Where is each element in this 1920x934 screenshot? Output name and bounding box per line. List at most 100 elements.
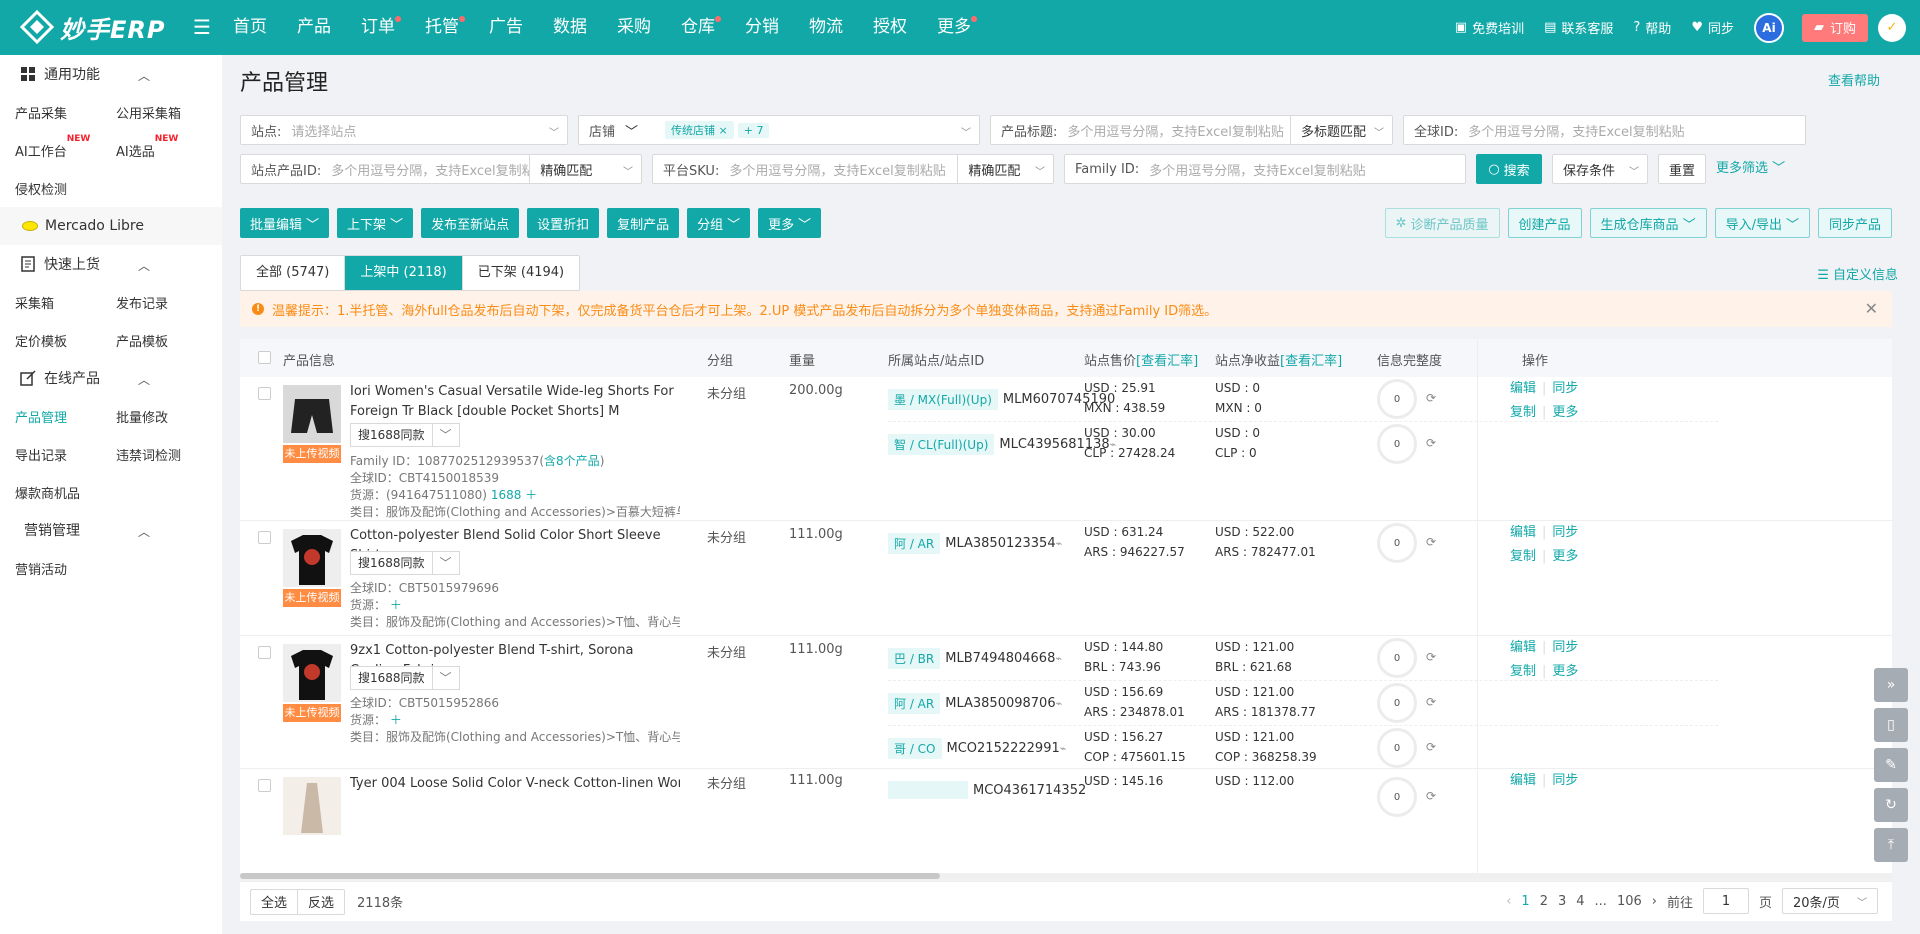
nav-product[interactable]: 产品: [282, 0, 346, 55]
family-id-field[interactable]: Family ID: 多个用逗号分隔，支持Excel复制粘贴: [1064, 154, 1466, 184]
custom-info-link[interactable]: ☰ 自定义信息: [1817, 264, 1898, 283]
shop-more-tag[interactable]: + 7: [737, 122, 770, 138]
sidebar-item-publish-records[interactable]: 发布记录: [101, 293, 202, 312]
edit-link[interactable]: 编辑: [1510, 773, 1536, 788]
refresh-icon[interactable]: ⟳: [1426, 789, 1436, 803]
sync-link[interactable]: 同步: [1552, 640, 1578, 655]
invert-selection-button[interactable]: 反选: [298, 888, 346, 915]
link-icon[interactable]: ⌁: [1056, 537, 1063, 550]
site-id-value[interactable]: MCO4361714352: [973, 783, 1086, 798]
listing-toggle-button[interactable]: 上下架 ﹀: [337, 208, 414, 238]
sidebar-group-quick-listing[interactable]: 快速上货 ︿: [0, 245, 222, 283]
product-thumbnail[interactable]: [283, 529, 341, 587]
sku-match-select[interactable]: 精确匹配: [957, 155, 1046, 183]
shop-select[interactable]: 店铺 ﹀ 传统店铺 × + 7 ﹀: [578, 115, 980, 145]
help-link[interactable]: ? 帮助: [1633, 18, 1671, 37]
more-link[interactable]: 更多: [1552, 664, 1578, 679]
search-1688-button[interactable]: 搜1688同款 ﹀: [350, 551, 460, 575]
site-id-value[interactable]: MLA3850123354: [945, 536, 1055, 551]
back-to-top-icon[interactable]: ⤒: [1874, 828, 1908, 862]
edit-link[interactable]: 编辑: [1510, 381, 1536, 396]
select-all-button[interactable]: 全选: [250, 888, 299, 915]
nav-authorization[interactable]: 授权: [858, 0, 922, 55]
product-title[interactable]: Tyer 004 Loose Solid Color V-neck Cotton…: [350, 774, 680, 794]
sync-link[interactable]: 同步: [1552, 525, 1578, 540]
sidebar-item-hot-opportunities[interactable]: 爆款商机品: [0, 483, 101, 502]
app-logo[interactable]: 妙手ERP: [20, 10, 165, 44]
link-icon[interactable]: ⌁: [1056, 697, 1063, 710]
copy-link[interactable]: 复制: [1510, 549, 1536, 564]
sidebar-group-online-products[interactable]: 在线产品 ︿: [0, 359, 222, 397]
menu-toggle-icon[interactable]: ☰: [193, 15, 211, 39]
sidebar-item-public-collect-box[interactable]: 公用采集箱: [101, 103, 202, 122]
sidebar-item-export-records[interactable]: 导出记录: [0, 445, 101, 464]
refresh-icon[interactable]: ⟳: [1426, 391, 1436, 405]
nav-purchase[interactable]: 采购: [602, 0, 666, 55]
nav-data[interactable]: 数据: [538, 0, 602, 55]
refresh-icon[interactable]: ⟳: [1426, 740, 1436, 754]
link-icon[interactable]: ⌁: [1055, 652, 1062, 665]
save-condition-select[interactable]: 保存条件 ﹀: [1552, 154, 1648, 184]
exchange-rate-link[interactable]: [查看汇率]: [1280, 354, 1342, 369]
row-checkbox[interactable]: [258, 387, 271, 400]
order-button[interactable]: ▰ 订购: [1801, 13, 1868, 42]
tab-delisted[interactable]: 已下架 (4194): [463, 256, 579, 290]
sidebar-group-general[interactable]: 通用功能 ︿: [0, 55, 222, 93]
site-product-id-field[interactable]: 站点产品ID: 多个用逗号分隔，支持Excel复制粘贴 精确匹配 ﹀: [240, 154, 642, 184]
sidebar-item-infringement-check[interactable]: 侵权检测: [0, 179, 101, 198]
product-thumbnail[interactable]: [283, 385, 341, 443]
scrollbar-thumb[interactable]: [240, 873, 940, 879]
tab-all[interactable]: 全部 (5747): [241, 256, 346, 290]
shop-tag[interactable]: 传统店铺 ×: [665, 121, 734, 139]
page-ellipsis[interactable]: ...: [1595, 894, 1607, 909]
ai-assistant-button[interactable]: Ai: [1753, 12, 1784, 43]
view-help-link[interactable]: 查看帮助: [1828, 70, 1880, 89]
refresh-icon[interactable]: ⟳: [1426, 650, 1436, 664]
page-1[interactable]: 1: [1521, 894, 1529, 909]
search-button[interactable]: ○ 搜索: [1476, 154, 1542, 184]
sidebar-item-batch-edit[interactable]: 批量修改: [101, 407, 202, 426]
sidebar-item-collect-box[interactable]: 采集箱: [0, 293, 101, 312]
spid-match-select[interactable]: 精确匹配: [529, 155, 618, 183]
copy-link[interactable]: 复制: [1510, 405, 1536, 420]
search-1688-button[interactable]: 搜1688同款 ﹀: [350, 423, 460, 447]
nav-distribution[interactable]: 分销: [730, 0, 794, 55]
edit-link[interactable]: 编辑: [1510, 640, 1536, 655]
page-size-select[interactable]: 20条/页 ﹀: [1782, 888, 1878, 914]
close-icon[interactable]: ✕: [1865, 299, 1878, 318]
link-icon[interactable]: ⌁: [1060, 742, 1067, 755]
global-id-field[interactable]: 全球ID: 多个用逗号分隔，支持Excel复制粘贴: [1403, 115, 1806, 145]
add-source-link[interactable]: 1688 ＋: [491, 488, 537, 502]
product-thumbnail[interactable]: [283, 777, 341, 835]
generate-warehouse-button[interactable]: 生成仓库商品 ﹀: [1589, 208, 1707, 238]
family-products-link[interactable]: 含8个产品: [544, 454, 600, 468]
site-id-value[interactable]: MLA3850098706: [945, 696, 1055, 711]
set-discount-button[interactable]: 设置折扣: [527, 208, 600, 238]
site-id-value[interactable]: MCO2152222991: [947, 741, 1060, 756]
page-3[interactable]: 3: [1558, 894, 1566, 909]
sidebar-item-product-management[interactable]: 产品管理: [0, 407, 101, 426]
row-checkbox[interactable]: [258, 646, 271, 659]
site-id-value[interactable]: MLB7494804668: [945, 651, 1055, 666]
next-page-icon[interactable]: ›: [1652, 894, 1657, 909]
horizontal-scrollbar[interactable]: [240, 873, 1892, 879]
exchange-rate-link[interactable]: [查看汇率]: [1136, 354, 1198, 369]
training-link[interactable]: ▣ 免费培训: [1455, 18, 1524, 37]
more-actions-button[interactable]: 更多 ﹀: [758, 208, 822, 238]
sidebar-item-marketing-activity[interactable]: 营销活动: [0, 559, 101, 578]
batch-edit-button[interactable]: 批量编辑 ﹀: [240, 208, 330, 238]
diagnose-quality-button[interactable]: ✲ 诊断产品质量: [1384, 208, 1500, 238]
product-thumbnail[interactable]: [283, 644, 341, 702]
import-export-button[interactable]: 导入/导出 ﹀: [1714, 208, 1810, 238]
sidebar-item-ai-workbench[interactable]: AI工作台 NEW: [0, 134, 101, 160]
nav-logistics[interactable]: 物流: [794, 0, 858, 55]
publish-new-site-button[interactable]: 发布至新站点: [421, 208, 520, 238]
more-link[interactable]: 更多: [1552, 405, 1578, 420]
collapse-icon[interactable]: »: [1874, 668, 1908, 702]
create-product-button[interactable]: 创建产品: [1507, 208, 1582, 238]
group-button[interactable]: 分组 ﹀: [687, 208, 751, 238]
nav-warehouse[interactable]: 仓库: [666, 0, 730, 55]
nav-orders[interactable]: 订单: [346, 0, 410, 55]
user-avatar[interactable]: ✓: [1878, 13, 1906, 42]
sidebar-item-ai-selection[interactable]: AI选品 NEW: [101, 134, 202, 160]
